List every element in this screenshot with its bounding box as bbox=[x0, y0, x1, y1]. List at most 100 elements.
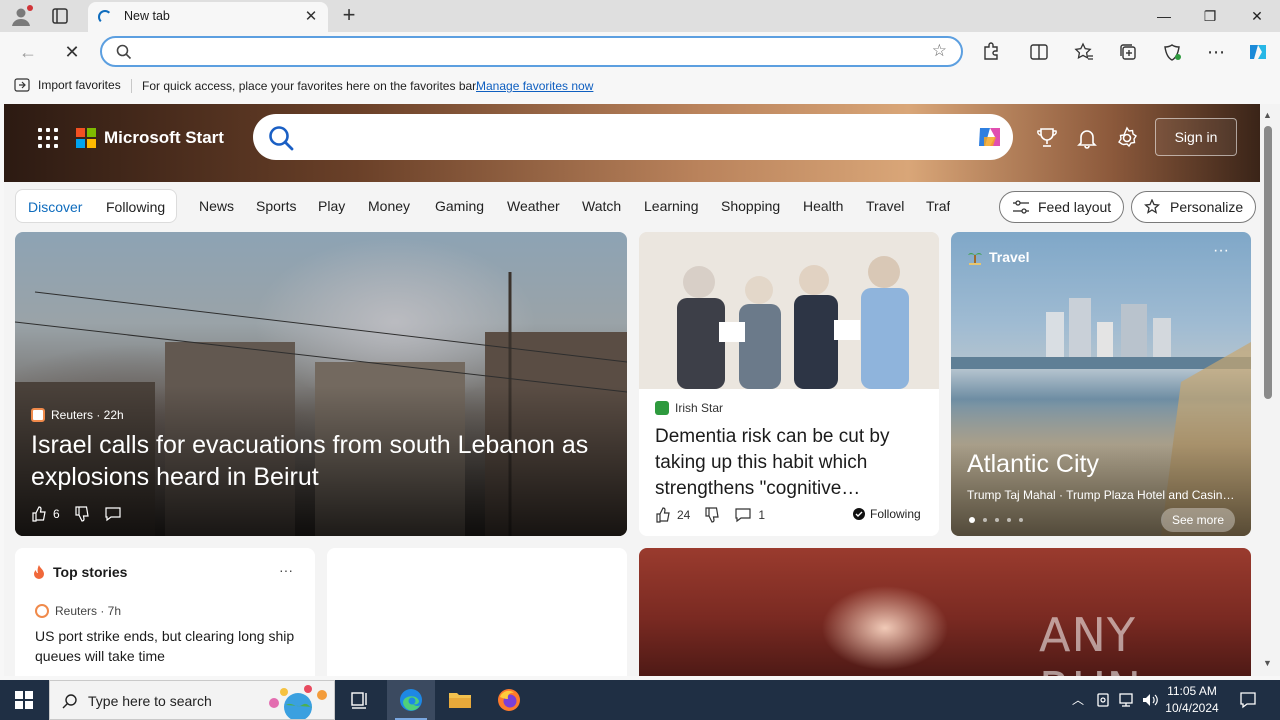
following-status[interactable]: Following bbox=[853, 507, 921, 521]
taskbar-search[interactable]: Type here to search bbox=[49, 680, 335, 720]
comment-button[interactable]: 1 bbox=[734, 507, 765, 523]
taskbar-edge[interactable] bbox=[387, 680, 435, 720]
more-options-icon[interactable]: ⋯ bbox=[1205, 41, 1227, 63]
page-scrollbar[interactable]: ▲ ▼ bbox=[1260, 104, 1280, 676]
news-card-lebanon[interactable]: Reuters · 22h Israel calls for evacuatio… bbox=[15, 232, 627, 536]
nav-watch[interactable]: Watch bbox=[582, 198, 621, 214]
headline[interactable]: Dementia risk can be cut by taking up th… bbox=[655, 424, 927, 502]
see-more-button[interactable]: See more bbox=[1161, 508, 1235, 532]
thumbs-down-icon[interactable] bbox=[74, 506, 90, 522]
nav-play[interactable]: Play bbox=[318, 198, 345, 214]
show-hidden-icons[interactable]: ︿ bbox=[1068, 680, 1088, 720]
nav-gaming[interactable]: Gaming bbox=[435, 198, 484, 214]
profile-icon[interactable] bbox=[10, 5, 33, 27]
scroll-up-icon[interactable]: ▲ bbox=[1263, 110, 1272, 120]
empty-card bbox=[327, 548, 627, 676]
nav-traffic[interactable]: Traf bbox=[926, 198, 950, 214]
notifications-bell-icon[interactable] bbox=[1075, 126, 1099, 150]
tab-discover[interactable]: Discover bbox=[28, 199, 82, 215]
tab-following[interactable]: Following bbox=[106, 199, 165, 215]
extensions-icon[interactable] bbox=[980, 41, 1002, 63]
news-photo bbox=[639, 232, 939, 389]
system-clock[interactable]: 11:05 AM 10/4/2024 bbox=[1160, 683, 1224, 717]
windows-logo-icon bbox=[15, 691, 33, 709]
rewards-icon[interactable] bbox=[1035, 126, 1059, 150]
msn-search-box[interactable] bbox=[253, 114, 1013, 160]
like-count: 6 bbox=[53, 507, 60, 521]
nav-learning[interactable]: Learning bbox=[644, 198, 699, 214]
comment-icon[interactable] bbox=[104, 506, 122, 522]
device-icon[interactable] bbox=[1094, 680, 1112, 720]
destination-title[interactable]: Atlantic City bbox=[967, 450, 1099, 479]
travel-card[interactable]: Travel ··· Atlantic City Trump Taj Mahal… bbox=[951, 232, 1251, 536]
minimize-button[interactable]: — bbox=[1141, 0, 1187, 32]
tab-title: New tab bbox=[124, 9, 170, 23]
sign-in-button[interactable]: Sign in bbox=[1155, 118, 1237, 156]
brand-name[interactable]: Microsoft Start bbox=[104, 128, 224, 148]
notification-center-icon[interactable] bbox=[1236, 680, 1260, 720]
travel-label: Travel bbox=[967, 249, 1029, 265]
nav-health[interactable]: Health bbox=[803, 198, 843, 214]
close-tab-icon[interactable]: ✕ bbox=[302, 8, 320, 26]
favorite-star-icon[interactable]: ☆ bbox=[932, 41, 947, 61]
headline[interactable]: Israel calls for evacuations from south … bbox=[31, 429, 611, 493]
headline[interactable]: US port strike ends, but clearing long s… bbox=[35, 626, 295, 666]
tab-new-tab[interactable]: New tab ✕ bbox=[88, 2, 328, 32]
taskbar-file-explorer[interactable] bbox=[436, 680, 484, 720]
network-icon[interactable] bbox=[1116, 680, 1136, 720]
source-line: Reuters · 22h bbox=[31, 408, 124, 422]
new-tab-button[interactable]: + bbox=[338, 4, 360, 26]
anyrun-watermark: ANY RUN bbox=[1039, 608, 1141, 676]
nav-sports[interactable]: Sports bbox=[256, 198, 296, 214]
import-favorites-button[interactable]: Import favorites bbox=[14, 78, 121, 92]
like-button[interactable]: 24 bbox=[655, 507, 690, 523]
scroll-down-icon[interactable]: ▼ bbox=[1263, 658, 1272, 668]
manage-favorites-link[interactable]: Manage favorites now bbox=[476, 79, 593, 93]
copilot-icon[interactable] bbox=[975, 124, 1003, 150]
favorites-icon[interactable] bbox=[1073, 41, 1095, 63]
video-card[interactable]: ANY RUN bbox=[639, 548, 1251, 676]
notification-dot bbox=[27, 5, 33, 11]
collections-icon[interactable] bbox=[1117, 41, 1139, 63]
news-card-dementia[interactable]: Irish Star Dementia risk can be cut by t… bbox=[639, 232, 939, 536]
clock-date: 10/4/2024 bbox=[1165, 701, 1219, 715]
edge-icon bbox=[400, 689, 422, 711]
copilot-icon[interactable] bbox=[1246, 41, 1268, 63]
nav-weather[interactable]: Weather bbox=[507, 198, 560, 214]
feed-layout-button[interactable]: Feed layout bbox=[999, 191, 1125, 223]
nav-travel[interactable]: Travel bbox=[866, 198, 904, 214]
more-options-icon[interactable]: ··· bbox=[279, 562, 293, 578]
volume-icon[interactable] bbox=[1140, 680, 1160, 720]
top-stories-card: Top stories ··· Reuters · 7h US port str… bbox=[15, 548, 315, 676]
browser-essentials-icon[interactable] bbox=[1161, 41, 1183, 63]
feed-layout-label: Feed layout bbox=[1038, 199, 1112, 215]
address-bar[interactable]: ☆ bbox=[100, 36, 963, 67]
scroll-thumb[interactable] bbox=[1264, 126, 1272, 399]
tab-actions-icon[interactable] bbox=[50, 6, 70, 26]
personalize-button[interactable]: Personalize bbox=[1131, 191, 1257, 223]
task-view-button[interactable] bbox=[336, 680, 384, 720]
windows-taskbar: Type here to search ︿ 11:05 AM 10/4/2024 bbox=[0, 680, 1280, 720]
stop-loading-button[interactable]: ✕ bbox=[60, 40, 84, 64]
taskbar-firefox[interactable] bbox=[485, 680, 533, 720]
check-circle-icon bbox=[853, 508, 865, 520]
close-window-button[interactable]: ✕ bbox=[1234, 0, 1280, 32]
nav-news[interactable]: News bbox=[199, 198, 234, 214]
back-button[interactable]: ← bbox=[16, 40, 40, 64]
restore-button[interactable]: ❐ bbox=[1187, 0, 1233, 32]
carousel-dots[interactable] bbox=[969, 517, 1023, 523]
thumbs-down-icon[interactable] bbox=[704, 507, 720, 523]
settings-gear-icon[interactable] bbox=[1115, 126, 1139, 150]
palm-tree-icon bbox=[968, 253, 982, 265]
nav-money[interactable]: Money bbox=[368, 198, 410, 214]
like-button[interactable]: 6 bbox=[31, 506, 60, 522]
split-screen-icon[interactable] bbox=[1028, 41, 1050, 63]
start-button[interactable] bbox=[0, 680, 48, 720]
nav-shopping[interactable]: Shopping bbox=[721, 198, 780, 214]
comment-icon bbox=[735, 508, 751, 523]
source-text: Irish Star bbox=[675, 401, 724, 415]
top-stories-header: Top stories bbox=[31, 564, 127, 580]
app-launcher-icon[interactable] bbox=[38, 128, 58, 148]
import-icon bbox=[14, 78, 30, 92]
more-options-icon[interactable]: ··· bbox=[1213, 242, 1229, 260]
